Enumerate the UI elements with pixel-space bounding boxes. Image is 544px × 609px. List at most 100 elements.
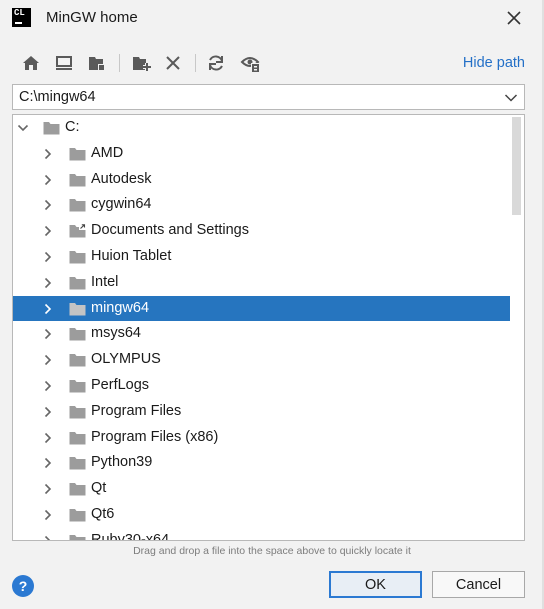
folder-icon (69, 431, 86, 445)
tree-item-label: PerfLogs (91, 377, 150, 393)
path-combo[interactable] (12, 84, 525, 110)
folder-icon (69, 251, 86, 264)
home-button[interactable] (20, 52, 42, 74)
tree-row[interactable]: Qt6 (13, 502, 510, 528)
chevron-right-icon[interactable] (41, 482, 55, 496)
scrollbar-thumb[interactable] (512, 117, 521, 215)
title-bar: CL MinGW home (0, 0, 544, 36)
tree-item-label: Huion Tablet (91, 248, 172, 264)
new-folder-icon (133, 57, 151, 71)
chevron-right-icon[interactable] (41, 327, 55, 341)
folder-icon (69, 147, 86, 161)
chevron-right-icon[interactable] (41, 508, 55, 522)
file-tree[interactable]: C: AMD Autodesk cygwin64 Documents and Sett… (12, 114, 525, 541)
tree-item-label: OLYMPUS (91, 351, 161, 368)
chevron-right-icon[interactable] (41, 353, 55, 367)
tree-row[interactable]: Qt (13, 476, 510, 502)
tree-item-label: cygwin64 (91, 196, 152, 213)
tree-item-label: msys64 (91, 325, 141, 342)
chevron-right-icon[interactable] (41, 250, 55, 264)
refresh-button[interactable] (205, 52, 227, 74)
tree-item-label: Intel (91, 273, 119, 290)
chevron-right-icon[interactable] (41, 302, 55, 316)
ok-button[interactable]: OK (329, 571, 422, 598)
clion-logo-icon: CL (12, 8, 31, 27)
drag-drop-hint: Drag and drop a file into the space abov… (133, 545, 411, 557)
tree-row[interactable]: Autodesk (13, 167, 510, 193)
home-icon (23, 56, 39, 70)
tree-item-label: Program Files (91, 402, 182, 419)
tree-row[interactable]: cygwin64 (13, 192, 510, 218)
toolbar-separator (119, 54, 120, 72)
drive-icon (43, 122, 60, 135)
chevron-right-icon[interactable] (41, 173, 55, 187)
folder-icon (69, 534, 86, 540)
chevron-right-icon[interactable] (41, 405, 55, 419)
folder-icon (69, 457, 86, 470)
chevron-right-icon[interactable] (41, 431, 55, 445)
tree-item-label: Qt (91, 480, 107, 497)
file-chooser-toolbar: Hide path (0, 48, 544, 78)
project-folder-button[interactable] (86, 52, 108, 74)
tree-row[interactable]: Documents and Settings (13, 218, 510, 244)
refresh-icon (209, 55, 223, 71)
chevron-down-icon (504, 94, 518, 102)
tree-row[interactable]: Huion Tablet (13, 244, 510, 270)
hide-path-link[interactable]: Hide path (463, 55, 525, 71)
tree-row[interactable]: Program Files (13, 399, 510, 425)
show-hidden-icon (240, 57, 260, 72)
tree-item-label: Ruby30-x64 (91, 531, 170, 541)
app-logo-text: CL (14, 8, 25, 18)
tree-item-label: mingw64 (91, 299, 150, 316)
close-button[interactable] (502, 6, 526, 30)
chevron-right-icon[interactable] (41, 379, 55, 393)
tree-item-label: Documents and Settings (91, 222, 249, 239)
folder-icon (69, 354, 86, 367)
tree-item-label: Autodesk (91, 170, 152, 187)
show-hidden-files-button[interactable] (240, 52, 262, 74)
path-history-dropdown[interactable] (504, 91, 518, 103)
chevron-right-icon[interactable] (41, 224, 55, 238)
tree-item-label: AMD (91, 144, 124, 161)
tree-row[interactable]: msys64 (13, 321, 510, 347)
folder-icon (69, 509, 86, 522)
vertical-scrollbar[interactable] (510, 115, 524, 540)
cancel-button[interactable]: Cancel (432, 571, 525, 598)
chevron-right-icon[interactable] (41, 276, 55, 290)
folder-icon (69, 276, 86, 290)
desktop-button[interactable] (53, 52, 75, 74)
tree-row[interactable]: OLYMPUS (13, 347, 510, 373)
tree-row[interactable]: Python39 (13, 450, 510, 476)
folder-icon (69, 173, 86, 187)
tree-item-label: Program Files (x86) (91, 428, 219, 445)
desktop-icon (56, 56, 72, 70)
tree-row[interactable]: Ruby30-x64 (13, 528, 510, 541)
tree-row[interactable]: Program Files (x86) (13, 425, 510, 451)
folder-icon (69, 380, 86, 393)
tree-row[interactable]: AMD (13, 141, 510, 167)
path-input[interactable] (13, 85, 493, 109)
chevron-right-icon[interactable] (41, 534, 55, 541)
chevron-right-icon[interactable] (41, 147, 55, 161)
folder-icon (69, 199, 86, 212)
folder-icon (69, 483, 86, 496)
dialog-title: MinGW home (46, 9, 138, 26)
tree-row[interactable]: PerfLogs (13, 373, 510, 399)
folder-icon (69, 405, 86, 419)
tree-root-row[interactable]: C: (13, 115, 510, 141)
delete-icon (166, 56, 180, 70)
tree-item-label: C: (65, 119, 80, 135)
help-button[interactable]: ? (12, 575, 34, 597)
tree-row[interactable]: mingw64 (13, 295, 510, 322)
folder-icon (69, 328, 86, 341)
chevron-down-icon[interactable] (16, 121, 30, 135)
folder-icon (69, 302, 86, 316)
tree-item-label: Python39 (91, 454, 153, 471)
new-folder-button[interactable] (130, 52, 152, 74)
tree-item-label: Qt6 (91, 506, 115, 522)
delete-button[interactable] (162, 52, 184, 74)
project-folder-icon (89, 57, 105, 71)
chevron-right-icon[interactable] (41, 456, 55, 470)
chevron-right-icon[interactable] (41, 198, 55, 212)
tree-row[interactable]: Intel (13, 270, 510, 296)
